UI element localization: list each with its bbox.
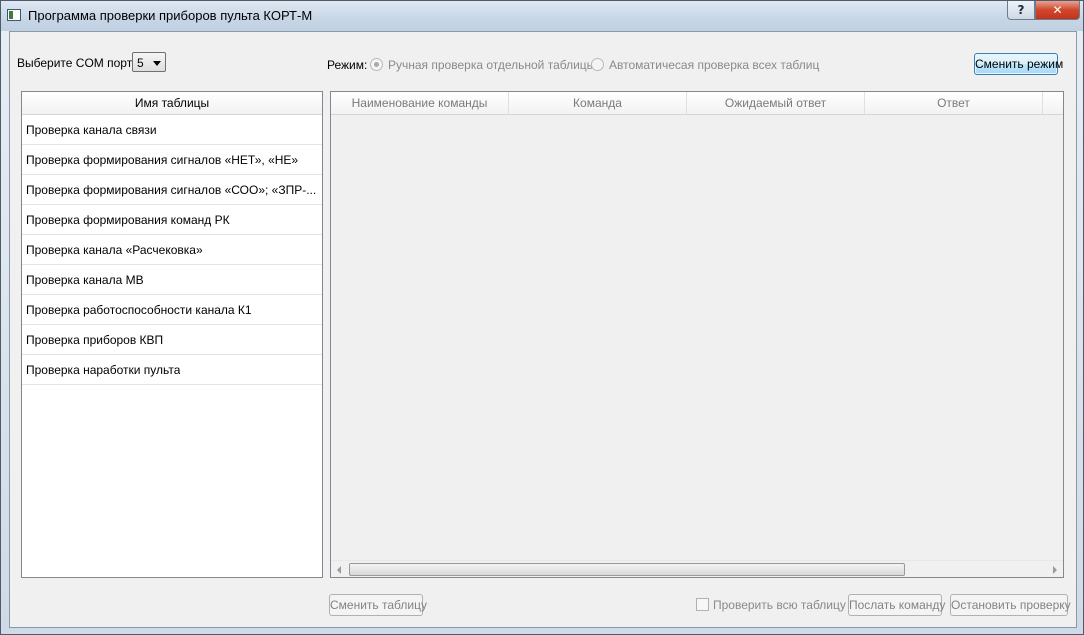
list-item[interactable]: Проверка наработки пульта bbox=[22, 355, 322, 385]
title-bar[interactable]: Программа проверки приборов пульта КОРТ-… bbox=[1, 1, 1083, 31]
com-port-value: 5 bbox=[137, 56, 144, 70]
change-table-button[interactable]: Сменить таблицу bbox=[329, 594, 427, 616]
commands-table: Наименование команды Команда Ожидаемый о… bbox=[330, 91, 1064, 578]
list-item[interactable]: Проверка формирования команд РК bbox=[22, 205, 322, 235]
switch-mode-button[interactable]: Сменить режим bbox=[974, 53, 1063, 75]
column-header-expected-answer[interactable]: Ожидаемый ответ bbox=[687, 92, 865, 114]
main-client-area: Выберите COM порт: 5 Режим: Ручная прове… bbox=[9, 31, 1077, 628]
scroll-right-icon[interactable] bbox=[1053, 566, 1057, 574]
manual-mode-label[interactable]: Ручная проверка отдельной таблицы bbox=[388, 58, 595, 72]
manual-mode-radio[interactable] bbox=[370, 58, 383, 71]
check-all-label[interactable]: Проверить всю таблицу bbox=[713, 598, 846, 612]
column-header-answer[interactable]: Ответ bbox=[865, 92, 1043, 114]
help-button[interactable]: ? bbox=[1007, 1, 1035, 20]
check-all-checkbox[interactable] bbox=[696, 598, 709, 611]
column-header-command[interactable]: Команда bbox=[509, 92, 687, 114]
tables-list: Имя таблицы Проверка канала связи Провер… bbox=[21, 91, 323, 578]
close-button[interactable]: ✕ bbox=[1035, 1, 1080, 20]
scrollbar-thumb[interactable] bbox=[349, 563, 905, 576]
mode-label: Режим: bbox=[327, 58, 368, 72]
stop-check-button[interactable]: Остановить проверку bbox=[950, 594, 1071, 616]
list-item[interactable]: Проверка канала связи bbox=[22, 115, 322, 145]
send-command-button[interactable]: Послать команду bbox=[848, 594, 945, 616]
app-icon bbox=[7, 9, 21, 21]
com-port-select[interactable]: 5 bbox=[132, 52, 166, 72]
chevron-down-icon bbox=[153, 61, 161, 66]
auto-mode-label[interactable]: Автоматичесая проверка всех таблиц bbox=[609, 58, 819, 72]
list-item[interactable]: Проверка формирования сигналов «НЕТ», «Н… bbox=[22, 145, 322, 175]
tables-list-header[interactable]: Имя таблицы bbox=[22, 92, 322, 115]
column-header-command-name[interactable]: Наименование команды bbox=[331, 92, 509, 114]
scroll-left-icon[interactable] bbox=[337, 566, 341, 574]
horizontal-scrollbar[interactable] bbox=[331, 560, 1063, 577]
auto-mode-radio[interactable] bbox=[591, 58, 604, 71]
list-item[interactable]: Проверка канала МВ bbox=[22, 265, 322, 295]
app-window: Программа проверки приборов пульта КОРТ-… bbox=[0, 0, 1084, 635]
commands-table-header: Наименование команды Команда Ожидаемый о… bbox=[331, 92, 1063, 115]
list-item[interactable]: Проверка формирования сигналов «СОО»; «З… bbox=[22, 175, 322, 205]
list-item[interactable]: Проверка канала «Расчековка» bbox=[22, 235, 322, 265]
list-item[interactable]: Проверка работоспособности канала К1 bbox=[22, 295, 322, 325]
com-port-label: Выберите COM порт: bbox=[17, 56, 136, 70]
list-item[interactable]: Проверка приборов КВП bbox=[22, 325, 322, 355]
window-title: Программа проверки приборов пульта КОРТ-… bbox=[28, 8, 313, 23]
